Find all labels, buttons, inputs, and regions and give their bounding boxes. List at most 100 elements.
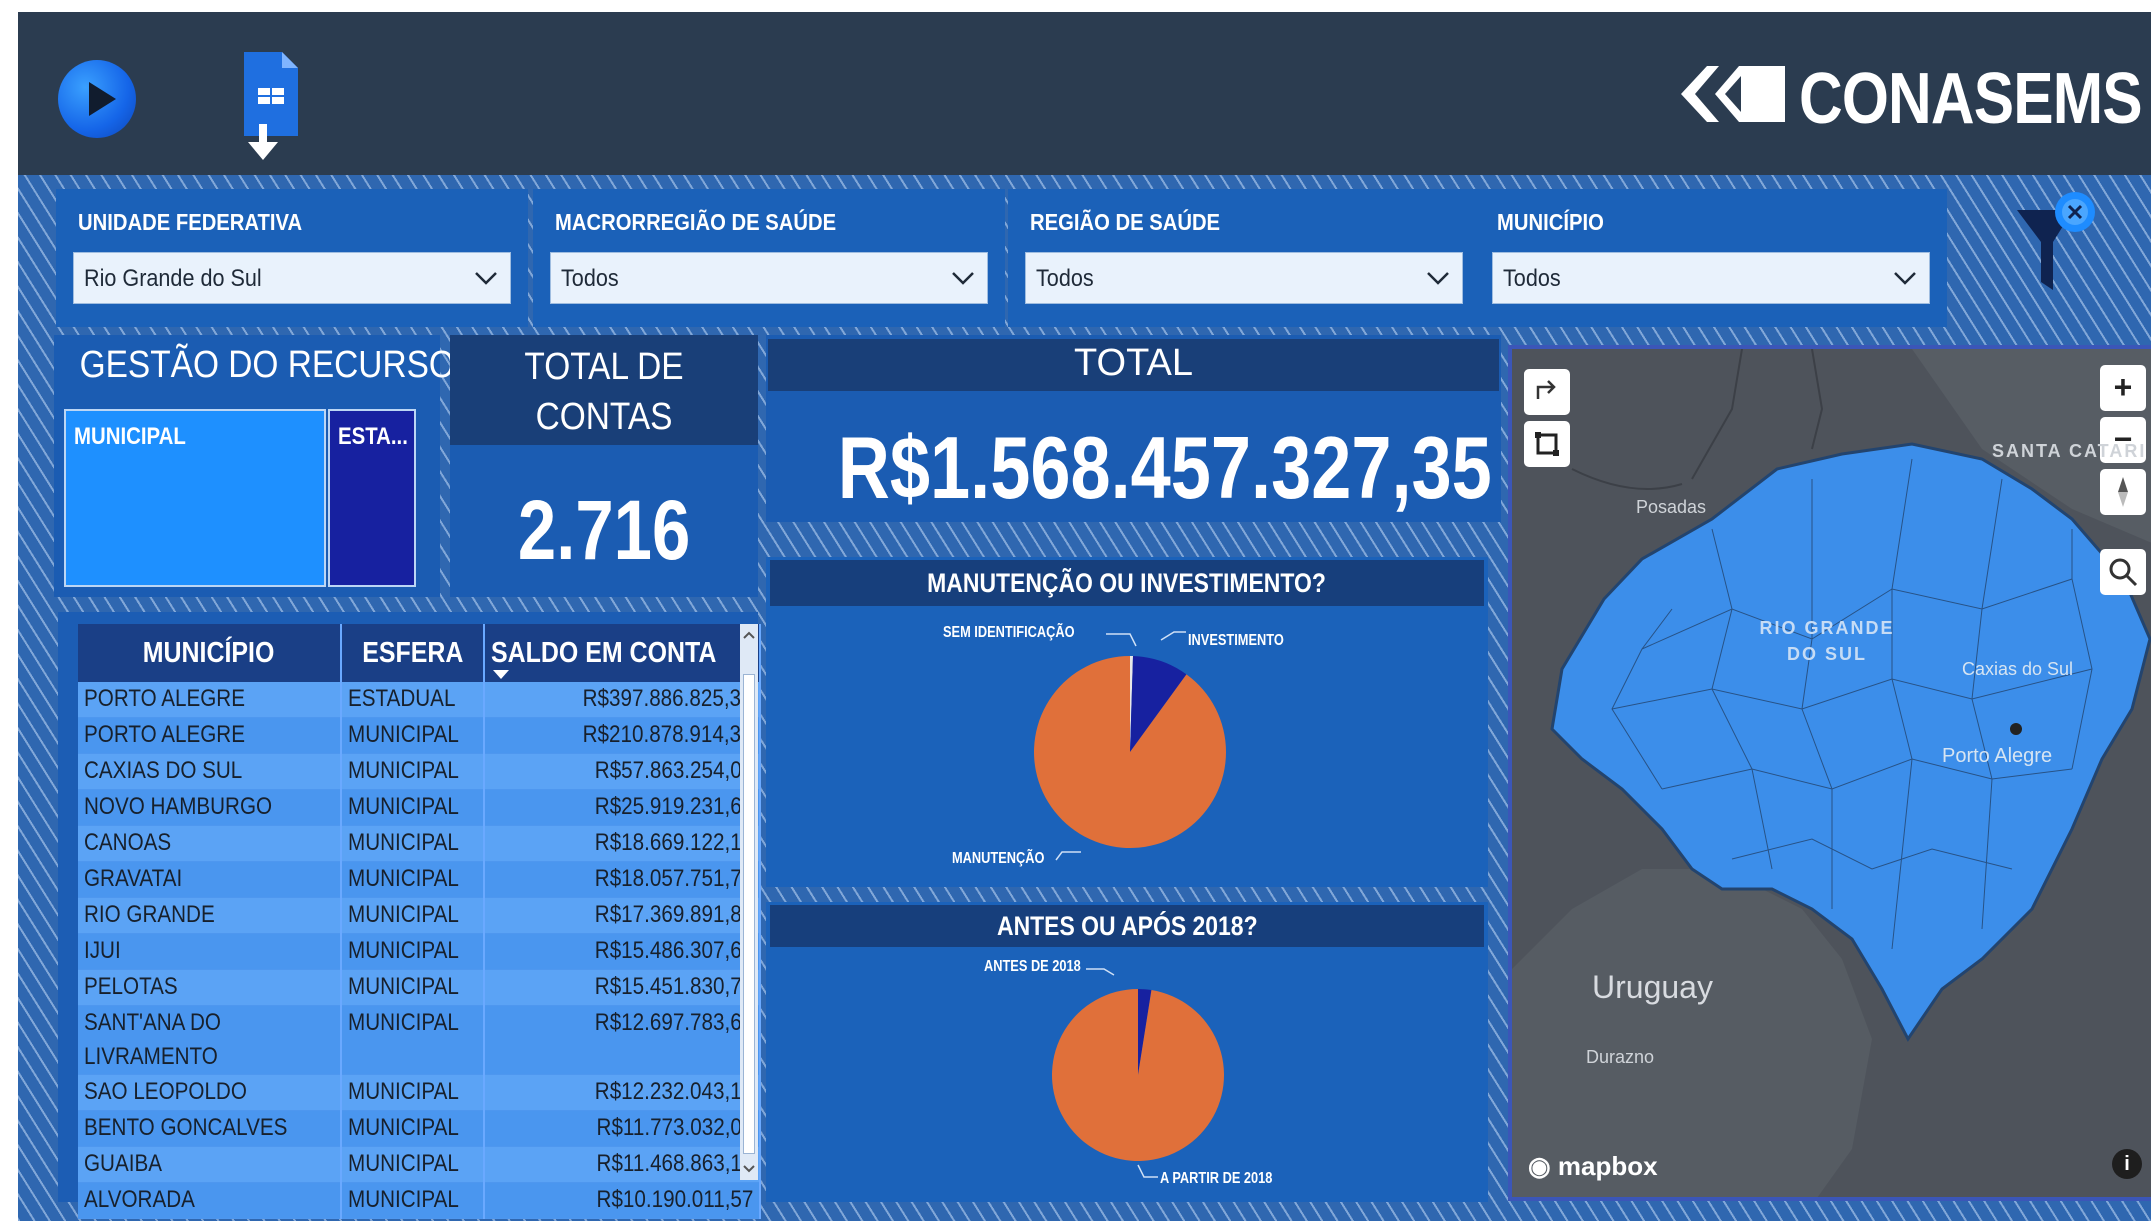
zoom-in-button[interactable]: +: [2100, 365, 2146, 411]
table-scrollbar[interactable]: [740, 624, 758, 1180]
chevron-down-icon: [1894, 272, 1916, 285]
table-row[interactable]: CANOAS MUNICIPAL R$18.669.122,13: [78, 825, 761, 862]
map-visual[interactable]: + − Posadas SANTA CATARI RIO GRANDE DO S…: [1508, 345, 2151, 1201]
cell-municipio: NOVO HAMBURGO: [78, 789, 342, 826]
pie2-label-apos: A PARTIR DE 2018: [1160, 1170, 1273, 1187]
cell-saldo: R$11.773.032,00: [483, 1110, 761, 1147]
slicer-value: Todos: [1036, 265, 1094, 292]
table-row[interactable]: ALVORADA MUNICIPAL R$10.190.011,57: [78, 1182, 761, 1219]
total-value: R$1.568.457.327,35: [837, 418, 1492, 517]
pie1-chart: [1034, 631, 1226, 861]
cell-esfera: MUNICIPAL: [341, 897, 485, 934]
cell-saldo: R$57.863.254,02: [483, 753, 761, 790]
pie1-label-sem-identificacao: SEM IDENTIFICAÇÃO: [943, 624, 1075, 641]
cell-esfera: MUNICIPAL: [341, 933, 485, 970]
slicer-unidade-federativa: UNIDADE FEDERATIVA Rio Grande do Sul: [56, 189, 528, 327]
cell-saldo: R$10.190.011,57: [483, 1182, 761, 1219]
slicer-dropdown-uf[interactable]: Rio Grande do Sul: [73, 252, 511, 304]
cell-municipio: PORTO ALEGRE: [78, 717, 342, 754]
conasems-logo: CONASEMS: [1681, 52, 2143, 142]
map-label-uruguay: Uruguay: [1592, 969, 1713, 1005]
logo-text: CONASEMS: [1799, 59, 2143, 139]
pie2-label-antes: ANTES DE 2018: [984, 958, 1081, 975]
report-canvas: CONASEMS UNIDADE FEDERATIVA Rio Grande d…: [18, 12, 2151, 1221]
map-canvas: [1512, 349, 2151, 1197]
cell-saldo: R$11.468.863,13: [483, 1146, 761, 1183]
cell-saldo: R$15.486.307,64: [483, 933, 761, 970]
cell-municipio: IJUI: [78, 933, 342, 970]
table-row[interactable]: RIO GRANDE MUNICIPAL R$17.369.891,83: [78, 897, 761, 934]
cell-municipio: ALVORADA: [78, 1182, 342, 1219]
treemap-estadual[interactable]: ESTA...: [328, 409, 416, 587]
treemap-municipal[interactable]: MUNICIPAL: [64, 409, 326, 587]
table-row[interactable]: BENTO GONCALVES MUNICIPAL R$11.773.032,00: [78, 1110, 761, 1147]
export-button[interactable]: [238, 52, 302, 164]
slicer-label: MACRORREGIÃO DE SAÚDE: [555, 209, 837, 235]
lasso-select-icon: [1535, 432, 1559, 456]
table-row[interactable]: GRAVATAI MUNICIPAL R$18.057.751,77: [78, 861, 761, 898]
cell-saldo: R$18.669.122,13: [483, 825, 761, 862]
logo-mark-icon: [1681, 66, 1785, 122]
mapbox-attribution: ◉ mapbox: [1528, 1151, 1658, 1181]
table-row[interactable]: SAO LEOPOLDO MUNICIPAL R$12.232.043,19: [78, 1074, 761, 1111]
cell-saldo: R$12.232.043,19: [483, 1074, 761, 1111]
map-search-button[interactable]: [2100, 549, 2146, 595]
map-label-caxias: Caxias do Sul: [1962, 659, 2074, 679]
play-button[interactable]: [58, 60, 136, 138]
slicer-value: Todos: [1503, 265, 1561, 292]
cell-esfera: MUNICIPAL: [341, 717, 485, 754]
pie-slice-manuten-o[interactable]: [1034, 656, 1226, 848]
cell-saldo: R$25.919.231,60: [483, 789, 761, 826]
info-icon: i: [2124, 1153, 2130, 1175]
slicer-dropdown-regiao[interactable]: Todos: [1025, 252, 1463, 304]
compass-button[interactable]: [2100, 469, 2146, 515]
table-row[interactable]: PORTO ALEGRE MUNICIPAL R$210.878.914,35: [78, 717, 761, 754]
column-header-municipio[interactable]: MUNICÍPIO: [78, 624, 342, 682]
cell-saldo: R$12.697.783,68: [483, 1005, 761, 1075]
slicer-label: REGIÃO DE SAÚDE: [1030, 209, 1221, 235]
table-row[interactable]: PELOTAS MUNICIPAL R$15.451.830,74: [78, 969, 761, 1006]
clear-filters-button[interactable]: [2013, 190, 2103, 300]
pie-slice-a-partir-de-2018[interactable]: [1052, 989, 1224, 1161]
scroll-thumb[interactable]: [743, 674, 755, 1154]
cell-esfera: MUNICIPAL: [341, 789, 485, 826]
gestao-title: GESTÃO DO RECURSO: [79, 344, 455, 386]
column-header-esfera[interactable]: ESFERA: [341, 624, 485, 682]
table-row[interactable]: SANT'ANA DO LIVRAMENTO MUNICIPAL R$12.697.…: [78, 1005, 761, 1075]
cell-municipio: SANT'ANA DO LIVRAMENTO: [78, 1005, 342, 1075]
search-icon: [2109, 558, 2138, 587]
column-header-saldo[interactable]: SALDO EM CONTA: [483, 624, 761, 682]
table-row[interactable]: PORTO ALEGRE ESTADUAL R$397.886.825,34: [78, 682, 761, 718]
cell-esfera: MUNICIPAL: [341, 1146, 485, 1183]
cell-esfera: ESTADUAL: [341, 682, 485, 718]
total-title: TOTAL: [1074, 342, 1193, 384]
table-row[interactable]: IJUI MUNICIPAL R$15.486.307,64: [78, 933, 761, 970]
table-row[interactable]: GUAIBA MUNICIPAL R$11.468.863,13: [78, 1146, 761, 1183]
map-info-button[interactable]: i: [2112, 1149, 2142, 1179]
cell-municipio: CAXIAS DO SUL: [78, 753, 342, 790]
map-select-button[interactable]: [1524, 421, 1570, 467]
cell-municipio: BENTO GONCALVES: [78, 1110, 342, 1147]
slicer-regiao: REGIÃO DE SAÚDE Todos: [1008, 189, 1480, 327]
pie1-title: MANUTENÇÃO OU INVESTIMENTO?: [770, 560, 1484, 606]
plus-icon: +: [2113, 369, 2133, 405]
filter-icon: [2017, 192, 2095, 290]
export-file-icon: [244, 52, 298, 160]
slicer-label: UNIDADE FEDERATIVA: [78, 209, 303, 235]
cell-municipio: SAO LEOPOLDO: [78, 1074, 342, 1111]
cell-esfera: MUNICIPAL: [341, 1110, 485, 1147]
scroll-up-icon: [743, 631, 755, 639]
slicer-label: MUNICÍPIO: [1497, 209, 1604, 235]
slicer-macrorregiao: MACRORREGIÃO DE SAÚDE Todos: [533, 189, 1005, 327]
map-reset-button[interactable]: [1524, 369, 1570, 415]
slicer-dropdown-macrorregiao[interactable]: Todos: [550, 252, 988, 304]
table-row[interactable]: NOVO HAMBURGO MUNICIPAL R$25.919.231,60: [78, 789, 761, 826]
table-row[interactable]: CAXIAS DO SUL MUNICIPAL R$57.863.254,02: [78, 753, 761, 790]
slicer-dropdown-municipio[interactable]: Todos: [1492, 252, 1930, 304]
compass-icon: [2118, 477, 2128, 507]
mapbox-logo-icon: ◉: [1528, 1151, 1551, 1181]
treemap-label: ESTA...: [338, 423, 408, 450]
cell-municipio: GUAIBA: [78, 1146, 342, 1183]
cell-saldo: R$210.878.914,35: [483, 717, 761, 754]
slicer-value: Rio Grande do Sul: [84, 265, 262, 292]
